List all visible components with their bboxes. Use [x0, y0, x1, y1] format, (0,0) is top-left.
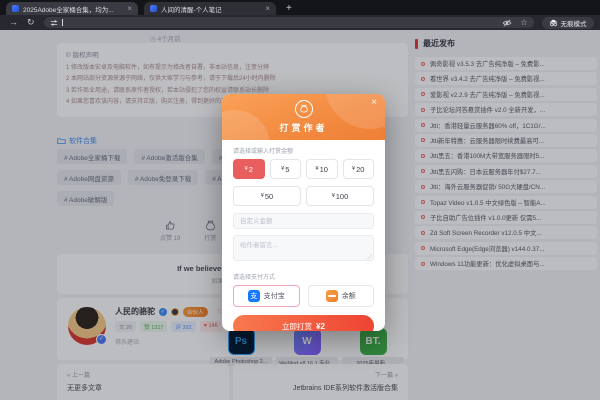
tab-favicon	[150, 5, 157, 12]
site-settings-icon[interactable]	[50, 19, 58, 27]
amount-option-5[interactable]: ¥5	[270, 159, 302, 179]
payment-section-label: 请选择支付方式	[233, 272, 374, 281]
tab-close-icon[interactable]: ×	[127, 5, 132, 13]
text-caret	[62, 19, 63, 26]
reward-dialog: × 打赏作者 请选择或输入打赏金额 ¥2 ¥5 ¥10 ¥20 ¥50 ¥100	[222, 94, 385, 331]
message-to-author-input[interactable]	[233, 235, 374, 261]
amount-option-10[interactable]: ¥10	[306, 159, 338, 179]
browser-toolbar: → ↻ ☆	[0, 15, 600, 30]
tab-favicon	[12, 5, 19, 12]
alipay-icon: 支	[248, 290, 260, 302]
tab-adobe-post[interactable]: 2025Adobe全家桶合集，均为... ×	[6, 2, 138, 15]
tab-close-icon[interactable]: ×	[265, 5, 270, 13]
dialog-title: 打赏作者	[222, 121, 385, 134]
amount-option-100[interactable]: ¥100	[306, 186, 374, 206]
alipay-option[interactable]: 支 支付宝	[233, 285, 300, 307]
submit-reward-button[interactable]: 立即打赏¥2	[233, 315, 374, 331]
new-tab-button[interactable]: +	[286, 2, 292, 15]
balance-option[interactable]: 余额	[308, 285, 375, 307]
amount-options-row: ¥2 ¥5 ¥10 ¥20	[233, 159, 374, 179]
amount-option-50[interactable]: ¥50	[233, 186, 301, 206]
tab-title: 2025Adobe全家桶合集，均为...	[23, 4, 123, 14]
reload-icon[interactable]: ↻	[27, 18, 35, 27]
amount-option-2[interactable]: ¥2	[233, 159, 265, 179]
custom-amount-input[interactable]	[233, 213, 374, 229]
close-icon[interactable]: ×	[371, 98, 377, 108]
eye-off-icon[interactable]	[502, 19, 512, 27]
tab-title: 人间的清醒-个人笔记	[161, 4, 261, 14]
tab-notes[interactable]: 人间的清醒-个人笔记 ×	[144, 2, 276, 15]
incognito-label: 无痕模式	[561, 18, 587, 28]
browser-chrome: 2025Adobe全家桶合集，均为... × 人间的清醒-个人笔记 × + → …	[0, 0, 600, 30]
amount-section-label: 请选择或输入打赏金额	[233, 146, 374, 155]
wallet-icon	[326, 290, 338, 302]
address-bar[interactable]: ☆	[44, 17, 534, 28]
reward-dialog-header: × 打赏作者	[222, 94, 385, 140]
money-bag-icon	[295, 100, 313, 118]
forward-icon[interactable]: →	[9, 18, 18, 27]
amount-option-20[interactable]: ¥20	[343, 159, 375, 179]
incognito-badge[interactable]: 无痕模式	[542, 17, 594, 29]
browser-window: 2025Adobe全家桶合集，均为... × 人间的清醒-个人笔记 × + → …	[0, 0, 600, 400]
payment-options-row: 支 支付宝 余额	[233, 285, 374, 307]
amount-options-row: ¥50 ¥100	[233, 186, 374, 206]
incognito-icon	[549, 19, 558, 27]
tab-bar: 2025Adobe全家桶合集，均为... × 人间的清醒-个人笔记 × +	[0, 0, 600, 15]
bookmark-star-icon[interactable]: ☆	[520, 19, 527, 27]
